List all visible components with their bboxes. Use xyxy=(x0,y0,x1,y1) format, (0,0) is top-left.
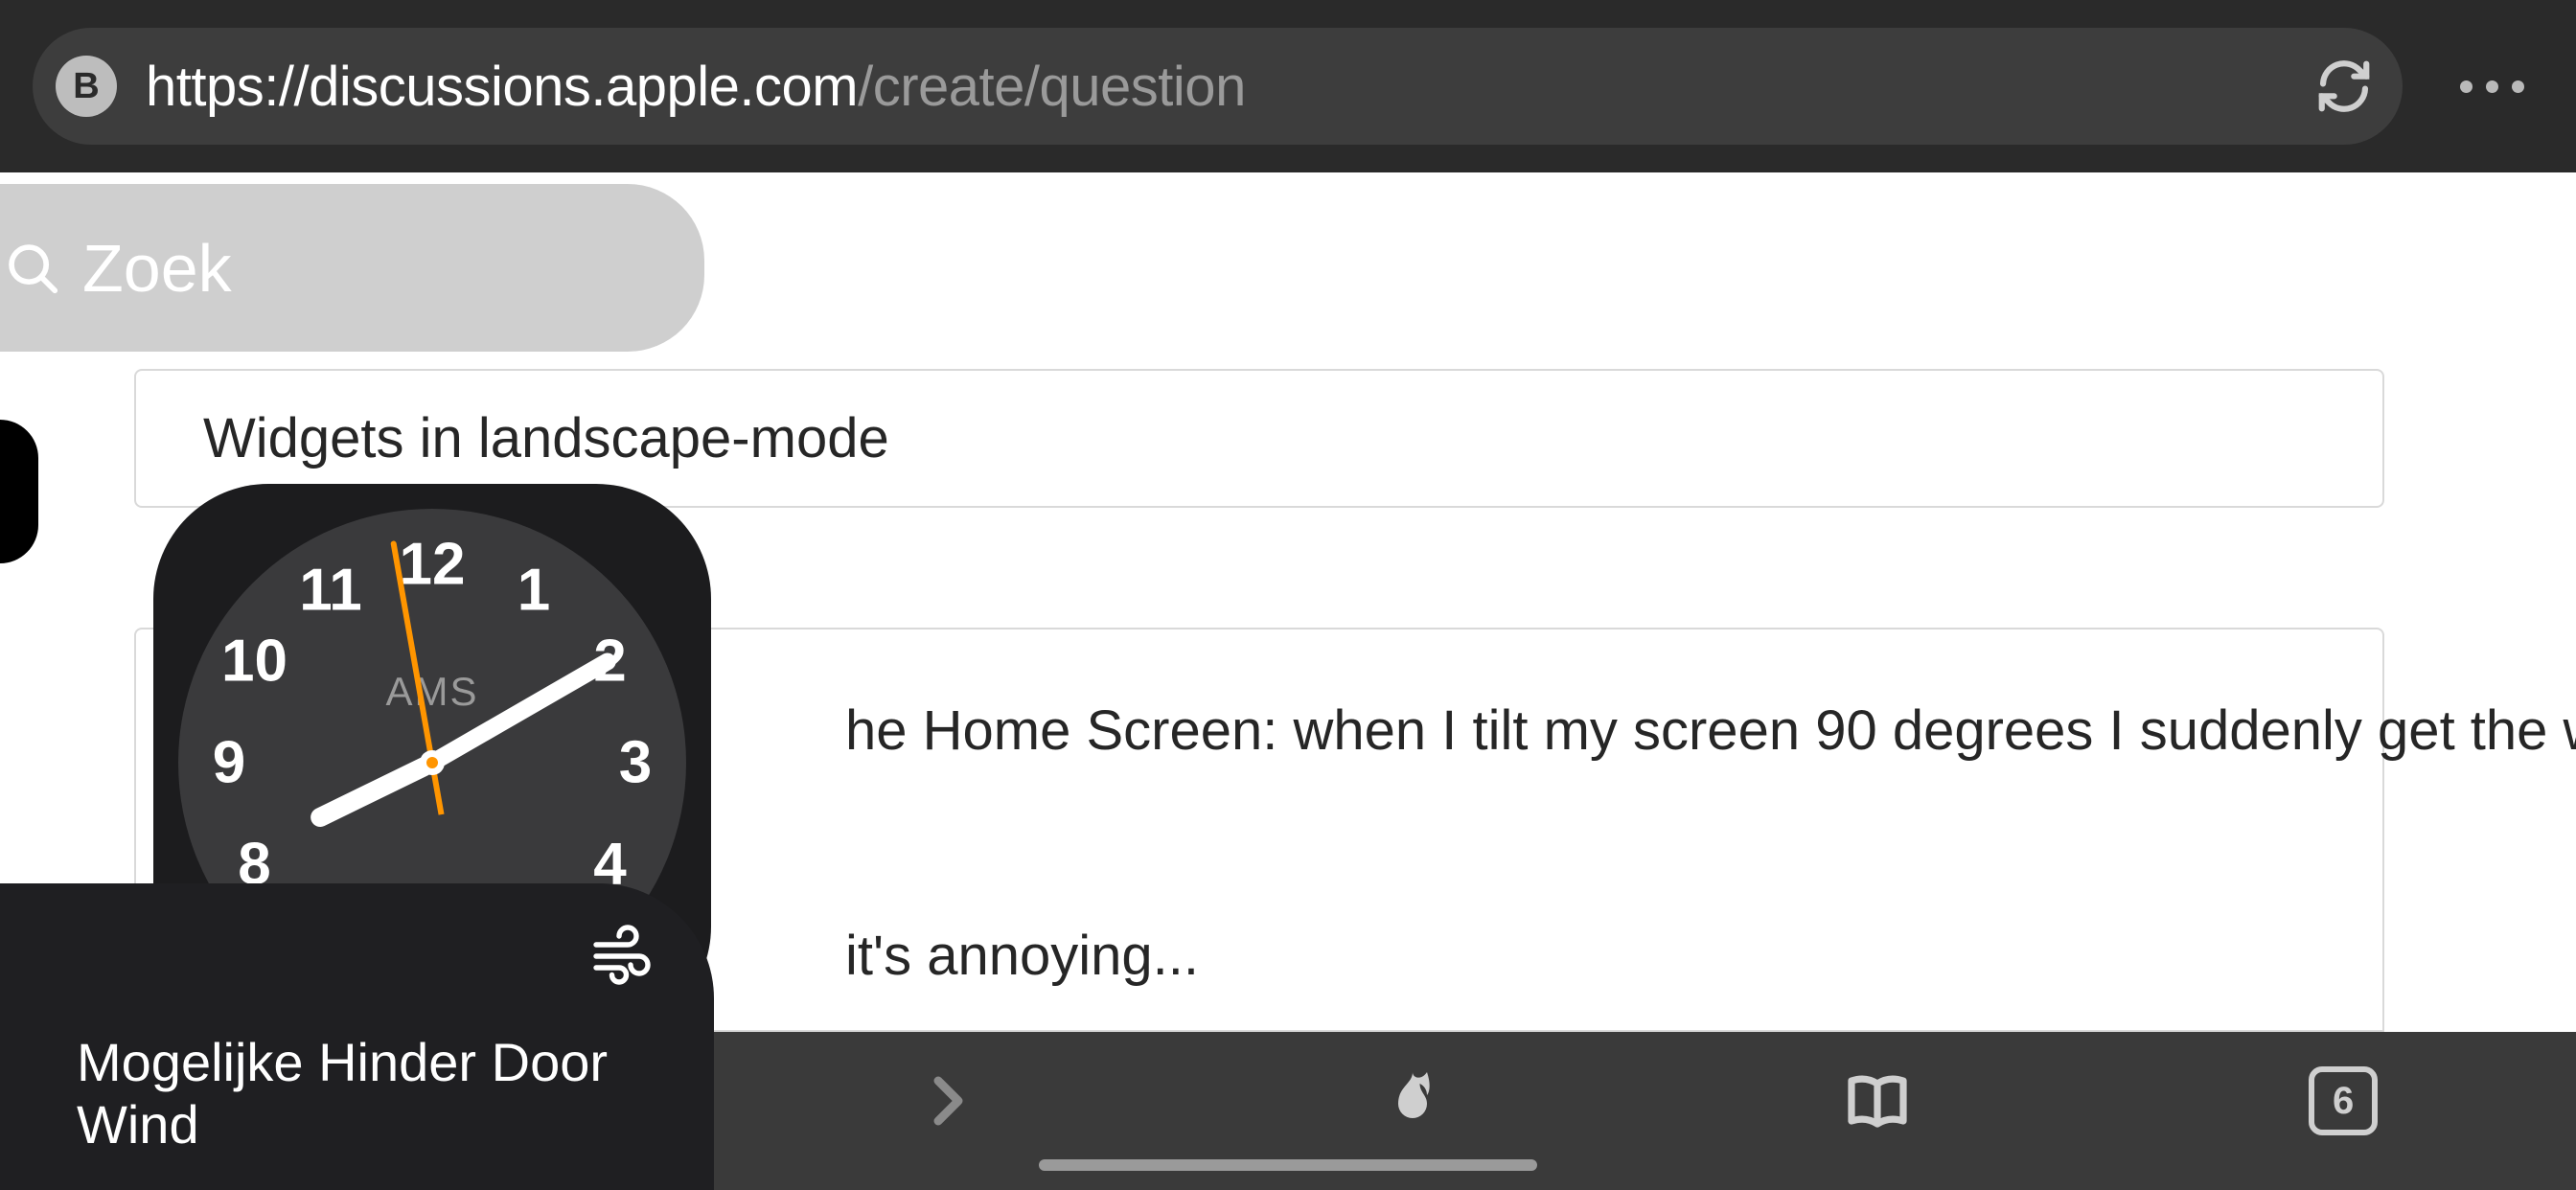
browser-top-bar: B https://discussions.apple.com/create/q… xyxy=(0,0,2576,172)
dot-icon xyxy=(2486,80,2498,93)
clock-numeral: 10 xyxy=(221,628,288,696)
search-icon xyxy=(3,239,62,298)
dot-icon xyxy=(2460,80,2472,93)
tabs-button[interactable]: 6 xyxy=(2110,1063,2576,1139)
refresh-button[interactable] xyxy=(2314,57,2374,116)
search-placeholder: Zoek xyxy=(82,230,232,307)
forward-button[interactable] xyxy=(714,1063,1180,1139)
weather-widget[interactable]: Mogelijke Hinder Door Wind xyxy=(0,883,714,1190)
clock-city-label: AMS xyxy=(385,669,478,715)
clock-center-pin-inner xyxy=(426,757,438,768)
chevron-right-icon xyxy=(912,1066,981,1135)
address-bar[interactable]: B https://discussions.apple.com/create/q… xyxy=(33,28,2403,145)
clock-numeral: 9 xyxy=(213,729,245,797)
clock-numeral: 12 xyxy=(400,531,466,599)
url-path: /create/question xyxy=(858,56,1246,118)
home-indicator[interactable] xyxy=(1039,1159,1537,1171)
weather-headline: Mogelijke Hinder Door Wind xyxy=(77,1031,714,1156)
browser-menu-button[interactable] xyxy=(2441,80,2543,93)
dot-icon xyxy=(2512,80,2524,93)
clock-numeral: 11 xyxy=(299,556,362,624)
clock-numeral: 3 xyxy=(619,729,652,797)
clock-numeral: 1 xyxy=(518,556,550,624)
tabs-count-badge: 6 xyxy=(2309,1066,2378,1135)
question-title-text: Widgets in landscape-mode xyxy=(203,406,889,470)
book-icon xyxy=(1843,1066,1912,1135)
clock-hour-hand xyxy=(308,754,437,830)
url-text: https://discussions.apple.com/create/que… xyxy=(146,55,1246,119)
refresh-icon xyxy=(2314,57,2374,116)
hot-button[interactable] xyxy=(1180,1063,1645,1139)
flame-icon xyxy=(1378,1066,1447,1135)
site-identity-badge[interactable]: B xyxy=(56,56,117,117)
reading-list-button[interactable] xyxy=(1645,1063,2111,1139)
body-text-line: he Home Screen: when I tilt my screen 90… xyxy=(845,692,2576,769)
body-text-line: it's annoying... xyxy=(845,917,1199,995)
adjacent-widget-edge xyxy=(0,420,38,563)
spotlight-search[interactable]: Zoek xyxy=(0,184,704,352)
wind-icon xyxy=(587,922,656,995)
url-domain: https://discussions.apple.com xyxy=(146,56,858,118)
